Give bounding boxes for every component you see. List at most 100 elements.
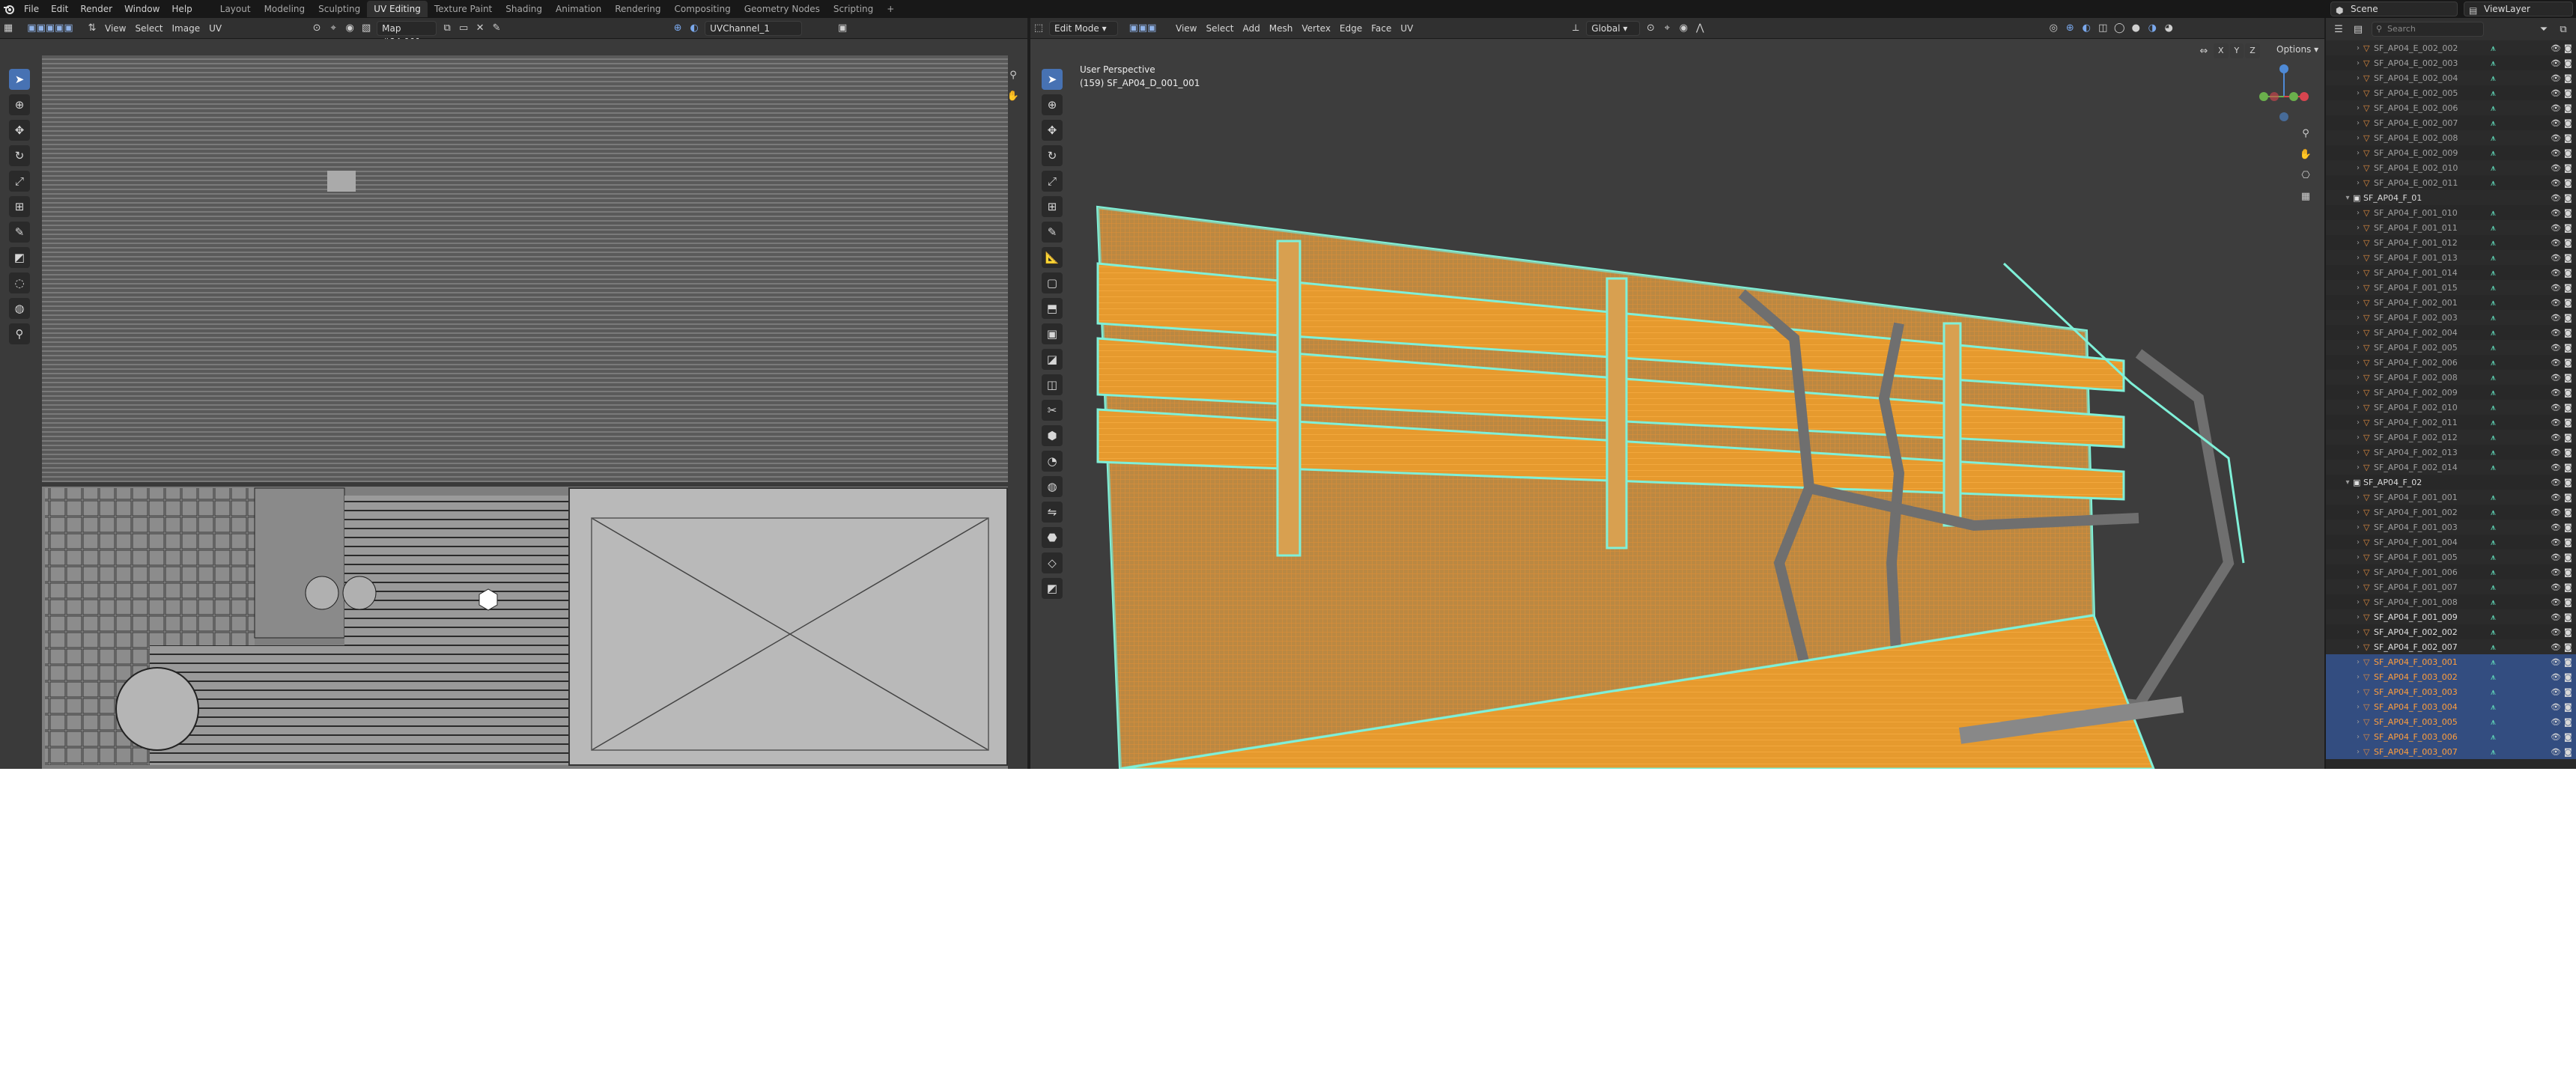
visibility-eye-icon[interactable]: 👁 — [2551, 717, 2561, 727]
uv-channel-field[interactable]: UVChannel_1 — [705, 20, 803, 36]
outliner-object-row[interactable]: › ▽ SF_AP04_F_001_010 ⩚ 👁 ◙ — [2326, 205, 2576, 220]
axis-z-button[interactable]: Z — [2245, 43, 2260, 58]
rip-tool-icon[interactable]: ◩ — [1042, 578, 1063, 599]
outliner-object-row[interactable]: › ▽ SF_AP04_F_001_001 ⩚ 👁 ◙ — [2326, 490, 2576, 505]
visibility-eye-icon[interactable]: 👁 — [2551, 178, 2561, 188]
uv-pinch-tool-icon[interactable]: ⚲ — [9, 323, 30, 344]
extrude-tool-icon[interactable]: ⬒ — [1042, 298, 1063, 319]
axis-x-button[interactable]: X — [2214, 43, 2229, 58]
menu-window[interactable]: Window — [118, 0, 165, 18]
visibility-eye-icon[interactable]: 👁 — [2551, 403, 2561, 412]
visibility-eye-icon[interactable]: 👁 — [2551, 328, 2561, 338]
visibility-eye-icon[interactable]: 👁 — [2551, 58, 2561, 68]
perspective-toggle-icon[interactable]: ▦ — [2297, 189, 2314, 204]
expand-arrow-icon[interactable]: › — [2353, 523, 2363, 532]
render-camera-icon[interactable]: ◙ — [2564, 567, 2572, 577]
uv-move-tool-icon[interactable]: ✥ — [9, 120, 30, 141]
outliner-object-row[interactable]: › ▽ SF_AP04_F_001_013 ⩚ 👁 ◙ — [2326, 250, 2576, 265]
render-camera-icon[interactable]: ◙ — [2564, 103, 2572, 113]
outliner-search-input[interactable]: ⚲ Search — [2372, 22, 2484, 37]
visibility-eye-icon[interactable]: 👁 — [2551, 163, 2561, 173]
pivot-point-icon[interactable]: ⊙ — [1642, 21, 1659, 36]
visibility-eye-icon[interactable]: 👁 — [2551, 298, 2561, 308]
visibility-eye-icon[interactable]: 👁 — [2551, 597, 2561, 607]
filter-icon[interactable]: ⏷ — [2536, 22, 2552, 37]
render-camera-icon[interactable]: ◙ — [2564, 148, 2572, 158]
viewport-canvas[interactable]: User Perspective (159) SF_AP04_D_001_001 — [1030, 39, 2324, 769]
expand-arrow-icon[interactable]: › — [2353, 568, 2363, 576]
visibility-eye-icon[interactable]: 👁 — [2551, 463, 2561, 472]
expand-arrow-icon[interactable]: › — [2353, 703, 2363, 711]
visibility-eye-icon[interactable]: 👁 — [2551, 193, 2561, 203]
visibility-icon[interactable]: ◎ — [2045, 21, 2062, 36]
render-camera-icon[interactable]: ◙ — [2564, 388, 2572, 398]
visibility-eye-icon[interactable]: 👁 — [2551, 448, 2561, 457]
outliner-object-row[interactable]: › ▽ SF_AP04_F_001_014 ⩚ 👁 ◙ — [2326, 265, 2576, 280]
tab-animation[interactable]: Animation — [549, 1, 608, 17]
render-camera-icon[interactable]: ◙ — [2564, 283, 2572, 293]
render-camera-icon[interactable]: ◙ — [2564, 627, 2572, 637]
tab-layout[interactable]: Layout — [213, 1, 258, 17]
view-layer-selector[interactable]: ▤ ViewLayer — [2464, 1, 2573, 16]
uv-gizmo-icon[interactable]: ⊕ — [669, 21, 686, 36]
vp-menu-select[interactable]: Select — [1201, 21, 1238, 36]
options-dropdown[interactable]: Options ▾ — [2272, 42, 2323, 57]
outliner-object-row[interactable]: › ▽ SF_AP04_F_001_015 ⩚ 👁 ◙ — [2326, 280, 2576, 295]
uv-select-tool-icon[interactable]: ➤ — [9, 69, 30, 90]
poly-build-tool-icon[interactable]: ⬢ — [1042, 425, 1063, 446]
uv-menu-select[interactable]: Select — [130, 21, 167, 36]
tab-scripting[interactable]: Scripting — [827, 1, 880, 17]
expand-arrow-icon[interactable]: › — [2353, 59, 2363, 67]
image-unlink-icon[interactable]: ✕ — [472, 21, 488, 36]
outliner-object-row[interactable]: › ▽ SF_AP04_E_002_005 ⩚ 👁 ◙ — [2326, 85, 2576, 100]
render-camera-icon[interactable]: ◙ — [2564, 58, 2572, 68]
visibility-eye-icon[interactable]: 👁 — [2551, 133, 2561, 143]
expand-arrow-icon[interactable]: › — [2353, 448, 2363, 457]
render-camera-icon[interactable]: ◙ — [2564, 178, 2572, 188]
render-camera-icon[interactable]: ◙ — [2564, 687, 2572, 697]
measure-tool-icon[interactable]: 📐 — [1042, 247, 1063, 268]
outliner-collection-row[interactable]: ▾ ▣ SF_AP04_F_02 👁 ◙ — [2326, 475, 2576, 490]
outliner-editor-icon[interactable]: ☰ — [2330, 22, 2347, 37]
vp-menu-edge[interactable]: Edge — [1335, 21, 1367, 36]
visibility-eye-icon[interactable]: 👁 — [2551, 642, 2561, 652]
render-camera-icon[interactable]: ◙ — [2564, 313, 2572, 323]
visibility-eye-icon[interactable]: 👁 — [2551, 103, 2561, 113]
expand-arrow-icon[interactable]: › — [2353, 404, 2363, 412]
visibility-eye-icon[interactable]: 👁 — [2551, 223, 2561, 233]
image-open-icon[interactable]: ▭ — [455, 21, 472, 36]
shear-tool-icon[interactable]: ◇ — [1042, 552, 1063, 573]
shading-wireframe-icon[interactable]: ◯ — [2111, 21, 2127, 36]
orientation-dropdown[interactable]: Global ▾ — [1586, 20, 1641, 36]
render-camera-icon[interactable]: ◙ — [2564, 538, 2572, 547]
editor-type-icon[interactable]: ▦ — [0, 21, 16, 36]
visibility-eye-icon[interactable]: 👁 — [2551, 148, 2561, 158]
expand-arrow-icon[interactable]: › — [2353, 553, 2363, 561]
visibility-eye-icon[interactable]: 👁 — [2551, 388, 2561, 398]
outliner-object-row[interactable]: › ▽ SF_AP04_F_001_006 ⩚ 👁 ◙ — [2326, 564, 2576, 579]
pin-icon[interactable]: ✎ — [488, 21, 505, 36]
expand-arrow-icon[interactable]: › — [2353, 119, 2363, 127]
zoom-icon[interactable]: ⚲ — [1005, 67, 1021, 82]
render-camera-icon[interactable]: ◙ — [2564, 642, 2572, 652]
outliner-object-row[interactable]: › ▽ SF_AP04_E_002_011 ⩚ 👁 ◙ — [2326, 175, 2576, 190]
tab-rendering[interactable]: Rendering — [608, 1, 667, 17]
outliner-object-row[interactable]: › ▽ SF_AP04_F_002_004 ⩚ 👁 ◙ — [2326, 325, 2576, 340]
overlay-toggle-icon[interactable]: ◐ — [2078, 21, 2094, 36]
render-camera-icon[interactable]: ◙ — [2564, 478, 2572, 487]
visibility-eye-icon[interactable]: 👁 — [2551, 313, 2561, 323]
uv-transform-tool-icon[interactable]: ⊞ — [9, 196, 30, 217]
expand-arrow-icon[interactable]: › — [2353, 493, 2363, 502]
outliner-object-row[interactable]: › ▽ SF_AP04_F_001_008 ⩚ 👁 ◙ — [2326, 594, 2576, 609]
expand-arrow-icon[interactable]: › — [2353, 254, 2363, 262]
blender-logo-icon[interactable] — [0, 0, 18, 18]
inset-tool-icon[interactable]: ▣ — [1042, 323, 1063, 344]
render-camera-icon[interactable]: ◙ — [2564, 657, 2572, 667]
render-camera-icon[interactable]: ◙ — [2564, 358, 2572, 368]
menu-help[interactable]: Help — [165, 0, 198, 18]
render-camera-icon[interactable]: ◙ — [2564, 508, 2572, 517]
render-camera-icon[interactable]: ◙ — [2564, 118, 2572, 128]
render-camera-icon[interactable]: ◙ — [2564, 343, 2572, 353]
uv-editor-canvas[interactable] — [0, 39, 1027, 769]
expand-arrow-icon[interactable]: › — [2353, 224, 2363, 232]
